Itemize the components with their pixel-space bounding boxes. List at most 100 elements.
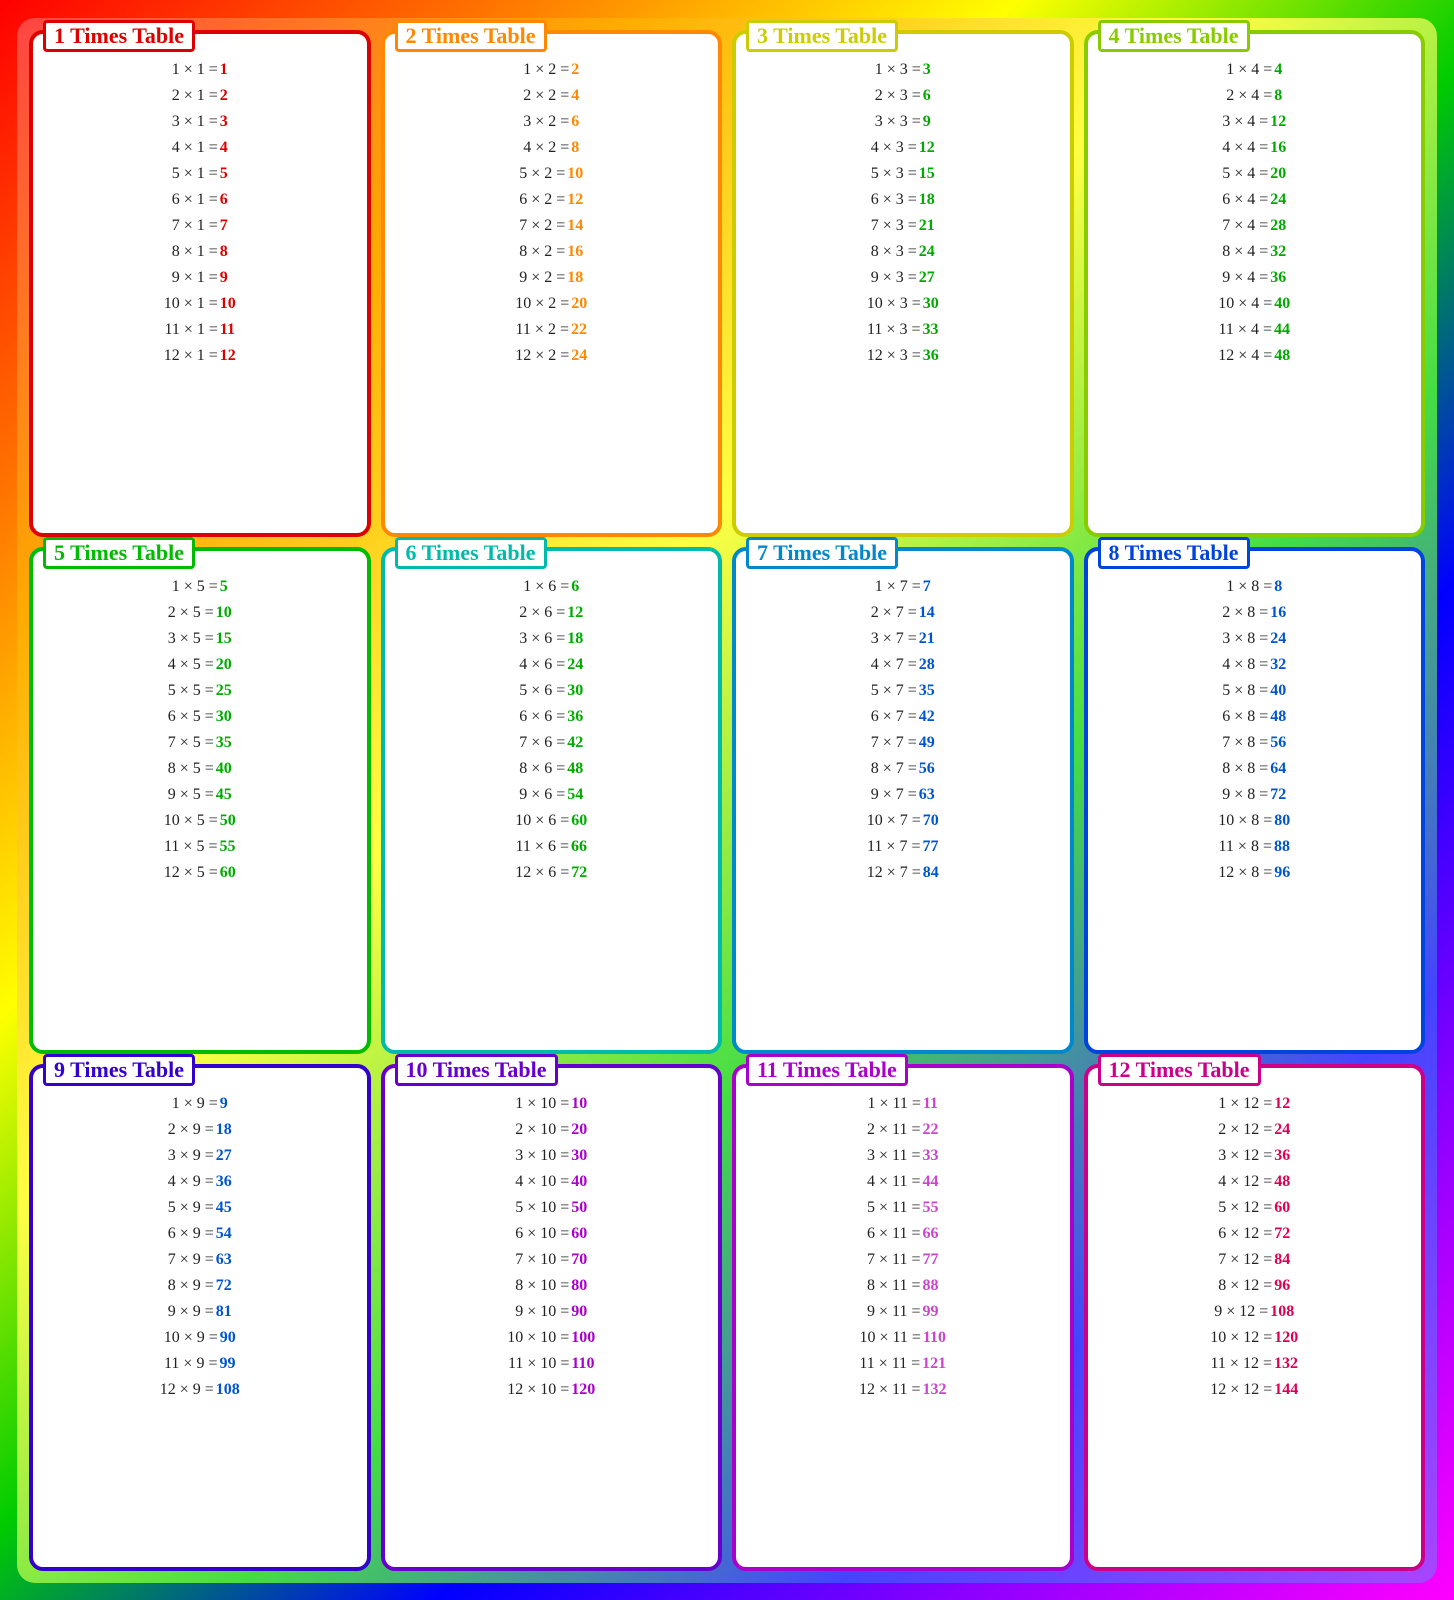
table-row: 3 × 7 = 21 <box>744 627 1062 651</box>
result-value: 30 <box>571 1144 587 1168</box>
result-value: 49 <box>919 731 935 755</box>
equation-text: 9 × 11 = <box>867 1300 920 1324</box>
result-value: 18 <box>919 188 935 212</box>
equation-text: 6 × 1 = <box>172 188 218 212</box>
equation-text: 10 × 3 = <box>867 292 921 316</box>
table-row: 8 × 9 = 72 <box>41 1274 359 1298</box>
result-value: 45 <box>216 1196 232 1220</box>
result-value: 72 <box>1270 783 1286 807</box>
equation-text: 6 × 7 = <box>871 705 917 729</box>
equation-text: 6 × 2 = <box>519 188 565 212</box>
equation-text: 1 × 11 = <box>867 1092 920 1116</box>
result-value: 60 <box>571 1222 587 1246</box>
result-value: 110 <box>923 1326 946 1350</box>
table-row: 9 × 3 = 27 <box>744 266 1062 290</box>
result-value: 20 <box>571 292 587 316</box>
table-row: 2 × 12 = 24 <box>1096 1118 1414 1142</box>
table-row: 4 × 4 = 16 <box>1096 136 1414 160</box>
table-row: 6 × 7 = 42 <box>744 705 1062 729</box>
result-value: 48 <box>1274 1170 1290 1194</box>
equation-text: 8 × 4 = <box>1222 240 1268 264</box>
result-value: 11 <box>923 1092 938 1116</box>
equation-text: 3 × 8 = <box>1222 627 1268 651</box>
equation-text: 2 × 2 = <box>523 84 569 108</box>
table-row: 10 × 7 = 70 <box>744 809 1062 833</box>
table-row: 7 × 6 = 42 <box>393 731 711 755</box>
table-row: 11 × 1 = 11 <box>41 318 359 342</box>
equation-text: 11 × 9 = <box>164 1352 217 1376</box>
equation-text: 6 × 10 = <box>515 1222 569 1246</box>
result-value: 120 <box>1274 1326 1298 1350</box>
equation-text: 5 × 7 = <box>871 679 917 703</box>
table-rows-9: 1 × 9 = 92 × 9 = 183 × 9 = 274 × 9 = 365… <box>41 1092 359 1402</box>
result-value: 2 <box>571 58 579 82</box>
table-rows-7: 1 × 7 = 72 × 7 = 143 × 7 = 214 × 7 = 285… <box>744 575 1062 885</box>
table-row: 12 × 12 = 144 <box>1096 1378 1414 1402</box>
equation-text: 6 × 9 = <box>168 1222 214 1246</box>
table-row: 8 × 5 = 40 <box>41 757 359 781</box>
table-row: 10 × 6 = 60 <box>393 809 711 833</box>
table-row: 9 × 7 = 63 <box>744 783 1062 807</box>
table-card-5: 5 Times Table1 × 5 = 52 × 5 = 103 × 5 = … <box>29 547 371 1054</box>
table-row: 12 × 3 = 36 <box>744 344 1062 368</box>
equation-text: 7 × 5 = <box>168 731 214 755</box>
result-value: 14 <box>919 601 935 625</box>
table-row: 6 × 12 = 72 <box>1096 1222 1414 1246</box>
equation-text: 4 × 8 = <box>1222 653 1268 677</box>
table-row: 5 × 6 = 30 <box>393 679 711 703</box>
table-row: 11 × 5 = 55 <box>41 835 359 859</box>
equation-text: 2 × 1 = <box>172 84 218 108</box>
table-row: 1 × 12 = 12 <box>1096 1092 1414 1116</box>
table-row: 8 × 2 = 16 <box>393 240 711 264</box>
table-row: 7 × 3 = 21 <box>744 214 1062 238</box>
table-row: 3 × 12 = 36 <box>1096 1144 1414 1168</box>
table-row: 5 × 10 = 50 <box>393 1196 711 1220</box>
equation-text: 10 × 10 = <box>507 1326 569 1350</box>
equation-text: 12 × 6 = <box>515 861 569 885</box>
result-value: 12 <box>1270 110 1286 134</box>
result-value: 90 <box>571 1300 587 1324</box>
table-row: 9 × 12 = 108 <box>1096 1300 1414 1324</box>
result-value: 5 <box>220 162 228 186</box>
equation-text: 12 × 1 = <box>164 344 218 368</box>
table-row: 5 × 7 = 35 <box>744 679 1062 703</box>
table-row: 10 × 2 = 20 <box>393 292 711 316</box>
equation-text: 1 × 8 = <box>1226 575 1272 599</box>
table-row: 4 × 12 = 48 <box>1096 1170 1414 1194</box>
equation-text: 2 × 6 = <box>519 601 565 625</box>
equation-text: 11 × 12 = <box>1211 1352 1272 1376</box>
equation-text: 3 × 12 = <box>1218 1144 1272 1168</box>
equation-text: 7 × 3 = <box>871 214 917 238</box>
equation-text: 12 × 8 = <box>1218 861 1272 885</box>
table-title-11: 11 Times Table <box>746 1054 908 1086</box>
table-title-1: 1 Times Table <box>43 20 195 52</box>
equation-text: 2 × 4 = <box>1226 84 1272 108</box>
equation-text: 9 × 9 = <box>168 1300 214 1324</box>
equation-text: 1 × 4 = <box>1226 58 1272 82</box>
equation-text: 11 × 1 = <box>164 318 217 342</box>
result-value: 28 <box>1270 214 1286 238</box>
result-value: 16 <box>567 240 583 264</box>
table-row: 1 × 9 = 9 <box>41 1092 359 1116</box>
table-row: 6 × 3 = 18 <box>744 188 1062 212</box>
result-value: 6 <box>571 110 579 134</box>
result-value: 8 <box>571 136 579 160</box>
equation-text: 6 × 6 = <box>519 705 565 729</box>
equation-text: 12 × 3 = <box>867 344 921 368</box>
table-card-1: 1 Times Table1 × 1 = 12 × 1 = 23 × 1 = 3… <box>29 30 371 537</box>
result-value: 9 <box>923 110 931 134</box>
table-card-8: 8 Times Table1 × 8 = 82 × 8 = 163 × 8 = … <box>1084 547 1426 1054</box>
result-value: 4 <box>571 84 579 108</box>
result-value: 16 <box>1270 601 1286 625</box>
equation-text: 10 × 4 = <box>1218 292 1272 316</box>
table-rows-4: 1 × 4 = 42 × 4 = 83 × 4 = 124 × 4 = 165 … <box>1096 58 1414 368</box>
table-row: 2 × 1 = 2 <box>41 84 359 108</box>
table-row: 9 × 1 = 9 <box>41 266 359 290</box>
equation-text: 2 × 8 = <box>1222 601 1268 625</box>
equation-text: 8 × 6 = <box>519 757 565 781</box>
equation-text: 2 × 5 = <box>168 601 214 625</box>
result-value: 9 <box>220 266 228 290</box>
result-value: 44 <box>1274 318 1290 342</box>
table-row: 5 × 9 = 45 <box>41 1196 359 1220</box>
result-value: 36 <box>1274 1144 1290 1168</box>
